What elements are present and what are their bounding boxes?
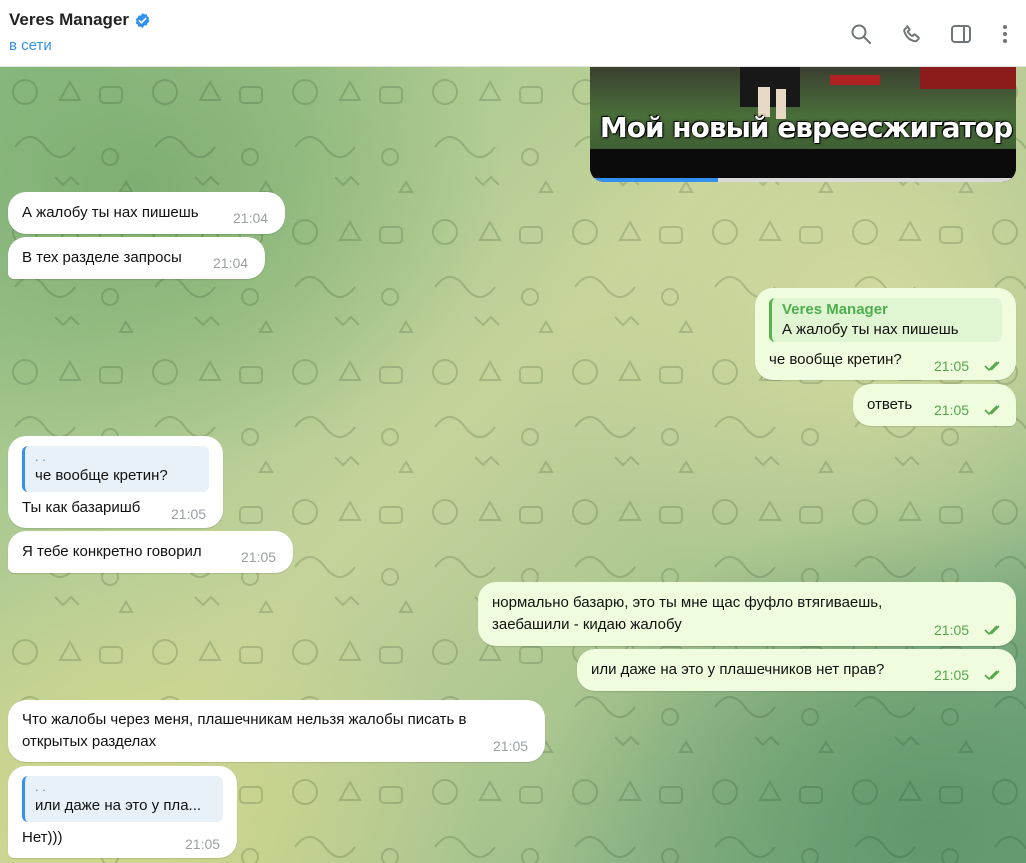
- verified-icon: [135, 12, 150, 28]
- sidebar-toggle-icon[interactable]: [949, 22, 973, 46]
- read-checkmarks-icon: [984, 625, 1000, 636]
- message-text: Нет))): [22, 829, 63, 846]
- message-time: 21:05: [241, 549, 277, 565]
- message-outgoing[interactable]: Veres Manager А жалобу ты нах пишешь че …: [755, 288, 1016, 380]
- message-outgoing[interactable]: или даже на это у плашечников нет прав? …: [577, 649, 1016, 691]
- reply-author: . .: [35, 449, 46, 464]
- message-time: 21:05: [934, 402, 970, 418]
- message-text: Ты как базаришб: [22, 499, 141, 516]
- message-time: 21:05: [934, 622, 970, 638]
- message-time: 21:04: [233, 210, 269, 226]
- message-time: 21:05: [934, 667, 970, 683]
- message-text-line2: открытых разделах: [22, 733, 157, 750]
- message-time: 21:04: [213, 255, 249, 271]
- reply-quote[interactable]: Veres Manager А жалобу ты нах пишешь: [769, 298, 1002, 342]
- video-message[interactable]: Мой новый евреесжигатор: [590, 67, 1016, 182]
- phone-icon[interactable]: [900, 22, 924, 46]
- message-incoming[interactable]: . . или даже на это у пла... Нет))) 21:0…: [8, 766, 237, 858]
- video-caption: Мой новый евреесжигатор: [599, 111, 1013, 144]
- message-text: ответь: [867, 396, 913, 413]
- message-text: В тех разделе запросы: [22, 249, 182, 266]
- message-incoming[interactable]: Я тебе конкретно говорил 21:05: [8, 531, 293, 573]
- message-time: 21:05: [493, 738, 529, 754]
- message-text: Я тебе конкретно говорил: [22, 543, 202, 560]
- reply-text: или даже на это у пла...: [35, 797, 202, 814]
- reply-quote[interactable]: . . че вообще кретин?: [22, 446, 209, 492]
- message-incoming[interactable]: Что жалобы через меня, плашечникам нельз…: [8, 700, 545, 762]
- message-incoming[interactable]: А жалобу ты нах пишешь 21:04: [8, 192, 285, 234]
- video-progress-bar[interactable]: [590, 178, 718, 182]
- read-checkmarks-icon: [984, 361, 1000, 372]
- reply-text: че вообще кретин?: [35, 467, 168, 484]
- read-checkmarks-icon: [984, 670, 1000, 681]
- more-menu-icon[interactable]: [993, 22, 1017, 46]
- message-time: 21:05: [934, 358, 970, 374]
- message-incoming[interactable]: . . че вообще кретин? Ты как базаришб 21…: [8, 436, 223, 528]
- message-time: 21:05: [185, 836, 221, 852]
- message-outgoing[interactable]: ответь 21:05: [853, 384, 1016, 426]
- message-text-line2: заебашили - кидаю жалобу: [492, 616, 682, 633]
- video-progress-track[interactable]: [590, 178, 1016, 182]
- reply-author: . .: [35, 779, 46, 794]
- chat-header: Veres Manager в сети: [0, 0, 1026, 67]
- message-text: А жалобу ты нах пишешь: [22, 204, 199, 221]
- message-outgoing[interactable]: нормально базарю, это ты мне щас фуфло в…: [478, 582, 1016, 646]
- chat-title-text[interactable]: Veres Manager: [9, 10, 129, 30]
- message-text-line1: Что жалобы через меня, плашечникам нельз…: [22, 711, 467, 728]
- reply-text: А жалобу ты нах пишешь: [782, 321, 959, 338]
- chat-title[interactable]: Veres Manager: [9, 10, 151, 30]
- online-status: в сети: [9, 37, 52, 54]
- message-text: че вообще кретин?: [769, 351, 902, 368]
- message-text-line1: нормально базарю, это ты мне щас фуфло в…: [492, 594, 883, 611]
- message-time: 21:05: [171, 506, 207, 522]
- reply-quote[interactable]: . . или даже на это у пла...: [22, 776, 223, 822]
- reply-author: Veres Manager: [782, 301, 888, 318]
- message-incoming[interactable]: В тех разделе запросы 21:04: [8, 237, 265, 279]
- message-text: или даже на это у плашечников нет прав?: [591, 661, 885, 678]
- search-icon[interactable]: [849, 22, 873, 46]
- read-checkmarks-icon: [984, 405, 1000, 416]
